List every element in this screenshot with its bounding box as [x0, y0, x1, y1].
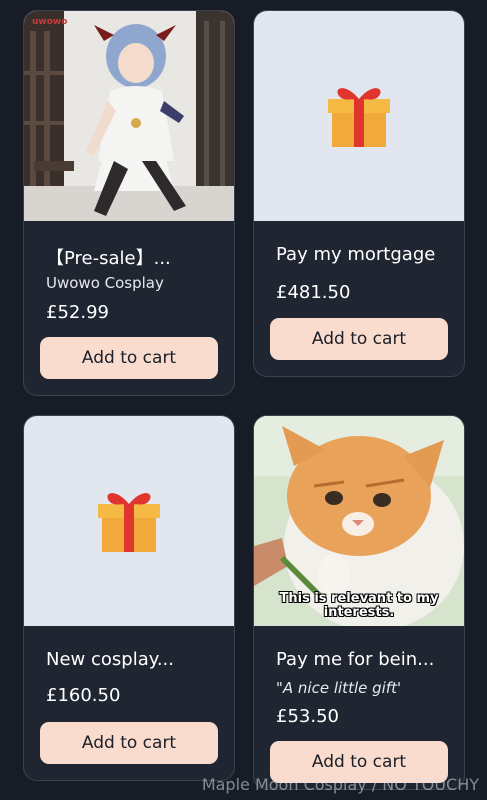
brand-logo: uwowo [32, 17, 68, 27]
product-price: £53.50 [276, 706, 339, 727]
product-price: £481.50 [276, 282, 351, 303]
add-to-cart-button[interactable]: Add to cart [40, 337, 218, 379]
product-title[interactable]: Pay me for bein... [276, 649, 434, 670]
product-title[interactable]: New cosplay... [46, 649, 174, 670]
cosplay-photo [24, 11, 234, 221]
gift-icon [326, 79, 392, 153]
product-card[interactable]: This is relevant to my interests. Pay me… [253, 415, 465, 790]
product-seller: Uwowo Cosplay [46, 274, 164, 292]
product-note: "A nice little gift' [276, 679, 402, 697]
meme-caption: This is relevant to my interests. [279, 591, 439, 620]
product-image[interactable]: uwowo [24, 11, 234, 221]
product-card[interactable]: Pay my mortgage £481.50 Add to cart [253, 10, 465, 377]
product-image[interactable] [254, 11, 464, 221]
product-image[interactable]: This is relevant to my interests. [254, 416, 464, 626]
product-card[interactable]: uwowo 【Pre-sale】... Uwowo Cosplay £52.99… [23, 10, 235, 396]
add-to-cart-button[interactable]: Add to cart [270, 318, 448, 360]
product-title[interactable]: Pay my mortgage [276, 244, 435, 265]
gift-icon [96, 484, 162, 558]
watermark-text: Maple Moon Cosplay / NO TOUCHY [201, 775, 479, 794]
product-image[interactable] [24, 416, 234, 626]
product-title[interactable]: 【Pre-sale】... [46, 244, 171, 270]
product-card[interactable]: New cosplay... £160.50 Add to cart [23, 415, 235, 781]
product-price: £160.50 [46, 685, 121, 706]
product-price: £52.99 [46, 302, 109, 323]
add-to-cart-button[interactable]: Add to cart [40, 722, 218, 764]
